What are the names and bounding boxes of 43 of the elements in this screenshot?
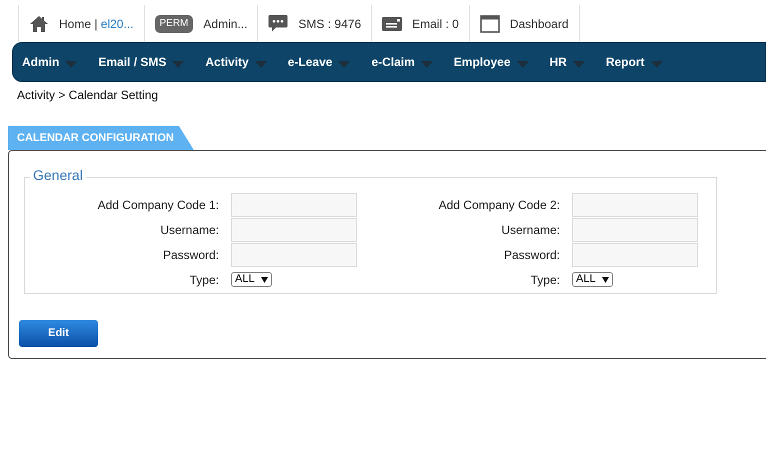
breadcrumb: Activity > Calendar Setting bbox=[17, 87, 160, 104]
field-label: Type: bbox=[530, 272, 561, 288]
text-field[interactable] bbox=[572, 242, 698, 266]
card-icon bbox=[382, 16, 402, 30]
caret-icon bbox=[65, 60, 78, 68]
window-icon bbox=[480, 14, 500, 32]
field-label: Username: bbox=[159, 222, 220, 238]
home-link[interactable]: el20... bbox=[100, 16, 134, 30]
caret-icon bbox=[420, 60, 433, 68]
menu-item[interactable]: Employee bbox=[454, 53, 528, 71]
caret-icon bbox=[650, 60, 663, 68]
text-field[interactable] bbox=[231, 192, 357, 216]
menu-item[interactable]: Report bbox=[606, 53, 663, 71]
menu-item[interactable]: Activity bbox=[205, 53, 267, 71]
caret-icon bbox=[516, 60, 528, 68]
dropdown-arrow-icon bbox=[260, 276, 268, 282]
edit-button[interactable]: Edit bbox=[19, 320, 98, 347]
chat-bubble-icon bbox=[268, 14, 288, 33]
field-label: Add Company Code 2: bbox=[438, 196, 561, 214]
type-dropdown[interactable]: ALL bbox=[572, 272, 613, 287]
field-label: Password: bbox=[502, 246, 561, 264]
type-dropdown[interactable]: ALL bbox=[231, 272, 272, 287]
caret-icon bbox=[338, 60, 350, 68]
text-field[interactable] bbox=[231, 218, 357, 242]
field-label: Add Company Code 1: bbox=[96, 196, 220, 214]
text-field[interactable] bbox=[572, 192, 698, 216]
dropdown-arrow-icon bbox=[602, 276, 609, 282]
caret-icon bbox=[254, 60, 267, 68]
caret-icon bbox=[172, 60, 184, 68]
field-label: Password: bbox=[162, 246, 220, 264]
menu-item[interactable]: HR bbox=[550, 53, 585, 71]
menu-item[interactable]: e-Leave bbox=[288, 53, 350, 71]
caret-icon bbox=[572, 60, 585, 68]
menu-item[interactable]: Admin bbox=[22, 53, 78, 71]
field-label: Type: bbox=[188, 272, 220, 288]
perm-badge: PERM bbox=[154, 14, 194, 32]
home-icon bbox=[29, 14, 49, 32]
field-label: Username: bbox=[500, 222, 561, 238]
menu-item[interactable]: Email / SMS bbox=[98, 53, 184, 71]
fieldset-legend: General bbox=[30, 168, 86, 182]
text-field[interactable] bbox=[231, 242, 357, 266]
text-field[interactable] bbox=[572, 218, 698, 242]
menu-item[interactable]: e-Claim bbox=[371, 53, 433, 71]
